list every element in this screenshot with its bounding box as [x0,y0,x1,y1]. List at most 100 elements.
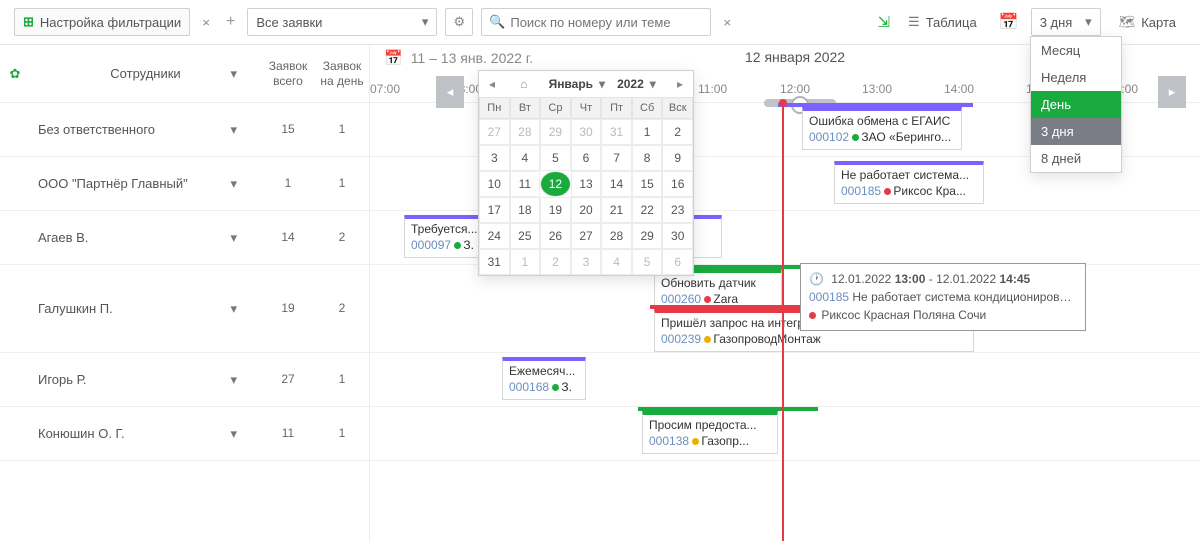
calendar-active-icon[interactable]: 📅 [995,8,1023,36]
filter-settings-label: Настройка фильтрации [40,15,181,30]
cal-day[interactable]: 26 [540,223,571,249]
caret-down-icon[interactable]: ▾ [230,66,237,82]
cal-next-button[interactable]: ▸ [673,77,687,91]
cal-day[interactable]: 18 [510,197,541,223]
cal-day[interactable]: 17 [479,197,510,223]
cal-day[interactable]: 8 [632,145,663,171]
search-input[interactable] [481,8,711,36]
cell-perday: 1 [315,122,369,136]
row-menu-button[interactable]: ▾ [230,122,237,138]
select-label: Все заявки [256,15,322,30]
cal-day[interactable]: 19 [540,197,571,223]
view-table-button[interactable]: ☰ Таблица [898,8,987,36]
cal-day[interactable]: 4 [601,249,632,275]
cal-day[interactable]: 1 [632,119,663,145]
calendar-icon[interactable]: 📅 [384,49,403,67]
cal-day[interactable]: 3 [479,145,510,171]
cal-year-label[interactable]: 2022▾ [617,77,656,91]
cal-day[interactable]: 28 [601,223,632,249]
task-card[interactable]: Просим предоста... 000138 Газопр... [642,411,778,454]
timeline-next-button[interactable]: ▸ [1158,76,1186,108]
cal-day[interactable]: 14 [601,171,632,197]
search-clear-button[interactable]: × [719,15,735,30]
grid-settings-icon[interactable]: ✿ [0,66,30,82]
cal-day[interactable]: 15 [632,171,663,197]
cal-day[interactable]: 29 [632,223,663,249]
cal-day[interactable]: 5 [632,249,663,275]
timeline-prev-button[interactable]: ◂ [436,76,464,108]
task-card[interactable]: Не работает система... 000185 Риксос Кра… [834,161,984,204]
cal-day[interactable]: 22 [632,197,663,223]
cal-day[interactable]: 2 [662,119,693,145]
cal-day[interactable]: 12 [540,171,571,197]
cal-day[interactable]: 21 [601,197,632,223]
task-card[interactable]: Ежемесяч... 000168 З. [502,357,586,400]
col-total-label: Заявок всего [261,59,315,88]
request-filter-select[interactable]: Все заявки ▾ [247,8,437,36]
task-bar [778,103,973,107]
cal-day[interactable]: 31 [479,249,510,275]
task-card[interactable]: Ошибка обмена с ЕГАИС 000102 ЗАО «Беринг… [802,107,962,150]
view-map-button[interactable]: 🗺 Карта [1109,8,1186,36]
cal-day[interactable]: 24 [479,223,510,249]
cal-day[interactable]: 7 [601,145,632,171]
cal-prev-button[interactable]: ◂ [485,77,499,91]
filter-close-button[interactable]: × [198,15,214,30]
cell-perday: 1 [315,426,369,440]
period-option-week[interactable]: Неделя [1031,64,1121,91]
cal-day[interactable]: 11 [510,171,541,197]
task-bar [638,407,818,411]
cal-day[interactable]: 6 [662,249,693,275]
row-menu-button[interactable]: ▾ [230,426,237,442]
cal-home-button[interactable]: ⌂ [516,77,531,91]
cal-day[interactable]: 27 [479,119,510,145]
cal-weekday: Сб [632,97,663,119]
cal-day[interactable]: 9 [662,145,693,171]
hour-label: 11:00 [698,82,780,96]
row-menu-button[interactable]: ▾ [230,230,237,246]
cal-day[interactable]: 23 [662,197,693,223]
cell-perday: 1 [315,176,369,190]
cal-day[interactable]: 30 [662,223,693,249]
cal-day[interactable]: 4 [510,145,541,171]
cal-day[interactable]: 30 [571,119,602,145]
period-option-month[interactable]: Месяц [1031,37,1121,64]
export-icon[interactable]: ⇲ [877,13,890,31]
cal-day[interactable]: 13 [571,171,602,197]
cell-total: 19 [261,301,315,315]
cal-day[interactable]: 3 [571,249,602,275]
cal-day[interactable]: 5 [540,145,571,171]
cal-day[interactable]: 20 [571,197,602,223]
cal-day[interactable]: 6 [571,145,602,171]
filter-add-button[interactable]: + [222,13,239,31]
cal-day[interactable]: 28 [510,119,541,145]
cell-total: 15 [261,122,315,136]
cal-day[interactable]: 10 [479,171,510,197]
cal-day[interactable]: 16 [662,171,693,197]
select-settings-button[interactable]: ⚙ [445,8,473,36]
period-option-8days[interactable]: 8 дней [1031,145,1121,172]
cal-month-label[interactable]: Январь▾ [549,77,606,91]
hour-label: 13:00 [862,82,944,96]
cal-day[interactable]: 27 [571,223,602,249]
cell-total: 11 [261,426,315,440]
period-option-day[interactable]: День [1031,91,1121,118]
caret-down-icon: ▾ [1085,14,1092,30]
cal-day[interactable]: 2 [540,249,571,275]
row-menu-button[interactable]: ▾ [230,372,237,388]
filter-settings-button[interactable]: ⊞ Настройка фильтрации [14,8,190,36]
table-row: ООО "Партнёр Главный"▾11 [0,157,369,211]
cal-day[interactable]: 1 [510,249,541,275]
cal-day[interactable]: 29 [540,119,571,145]
employee-name: Игорь Р. [38,372,86,387]
period-option-3days[interactable]: 3 дня [1031,118,1121,145]
task-card[interactable]: Требуется... 000097 З. [404,215,488,258]
period-dropdown: Месяц Неделя День 3 дня 8 дней [1030,36,1122,173]
cell-total: 14 [261,230,315,244]
period-select[interactable]: 3 дня ▾ [1031,8,1101,36]
row-menu-button[interactable]: ▾ [230,301,237,317]
row-menu-button[interactable]: ▾ [230,176,237,192]
table-row: Конюшин О. Г.▾111 [0,407,369,461]
cal-day[interactable]: 31 [601,119,632,145]
cal-day[interactable]: 25 [510,223,541,249]
